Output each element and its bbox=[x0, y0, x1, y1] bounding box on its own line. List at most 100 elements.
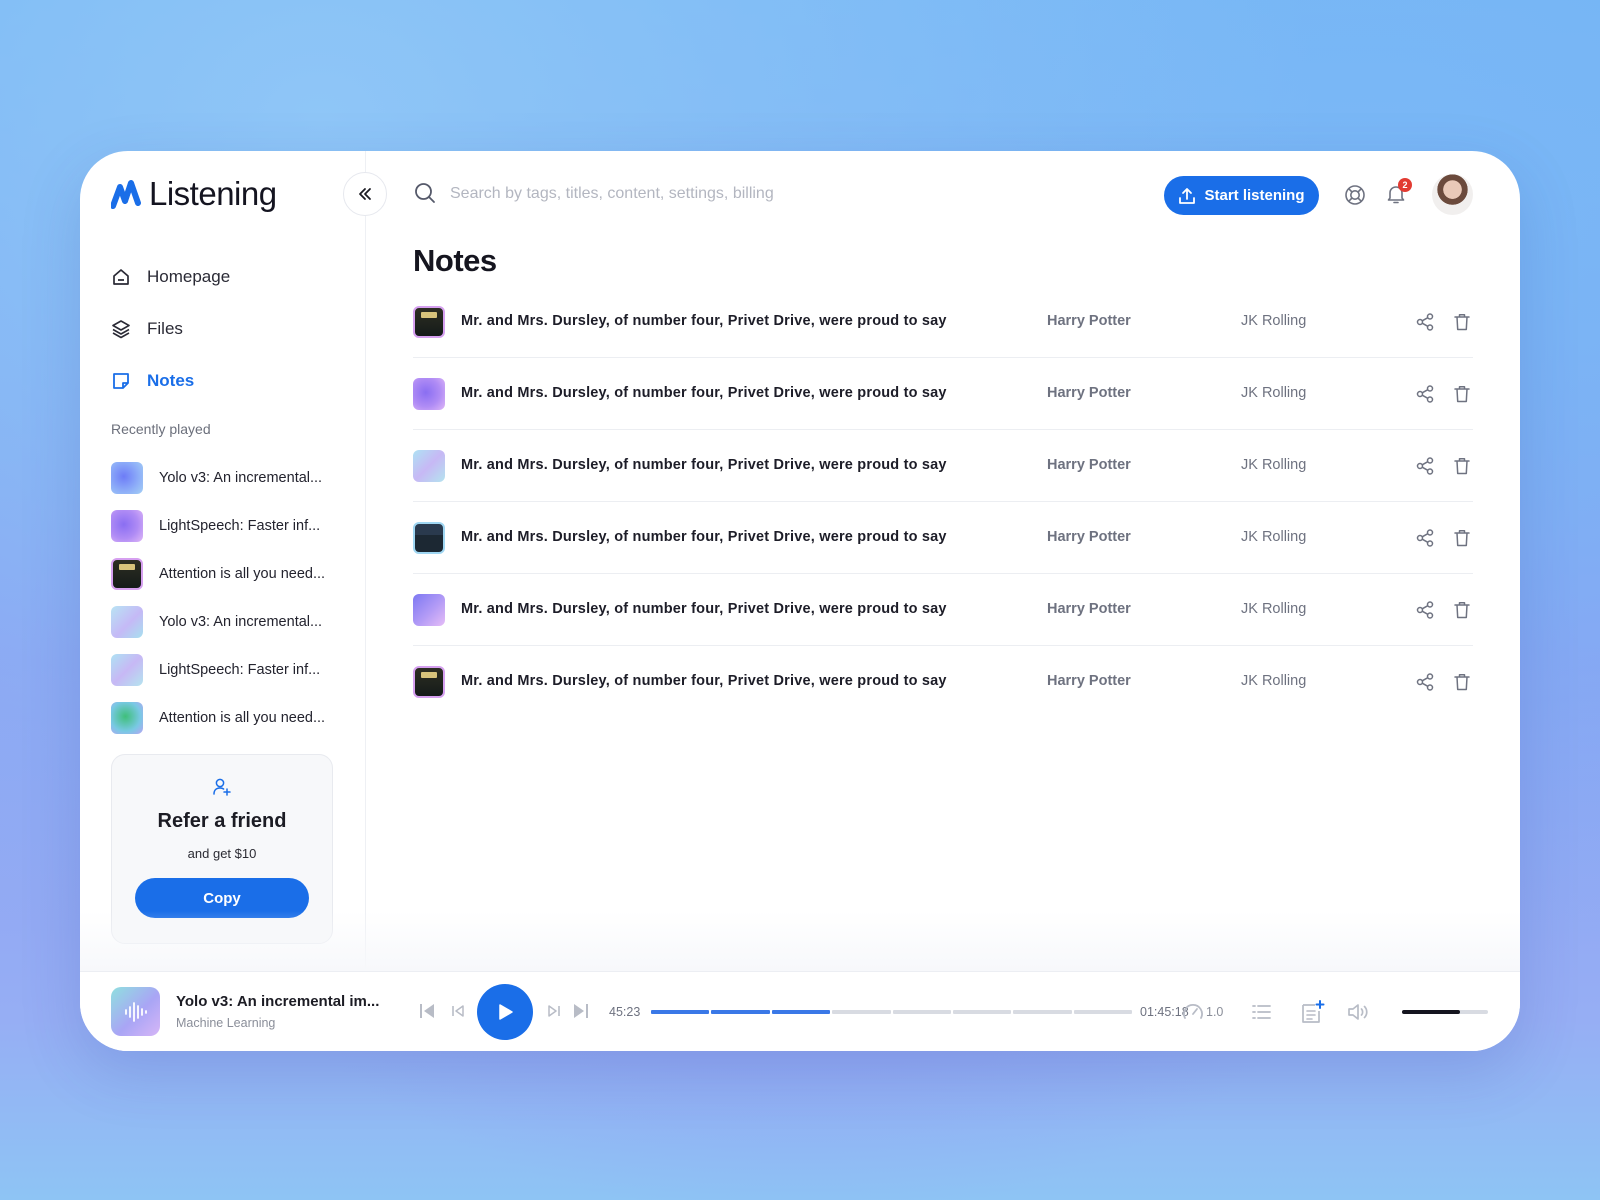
share-icon[interactable] bbox=[1415, 456, 1435, 476]
play-button[interactable] bbox=[477, 984, 533, 1040]
note-book: Harry Potter bbox=[1047, 313, 1131, 329]
sidebar-item-label: Files bbox=[147, 319, 183, 338]
collapse-sidebar-button[interactable] bbox=[343, 172, 387, 216]
notification-badge: 2 bbox=[1398, 178, 1412, 192]
recently-played-list: Yolo v3: An incremental... LightSpeech: … bbox=[111, 454, 351, 742]
share-icon[interactable] bbox=[1415, 384, 1435, 404]
note-icon bbox=[113, 373, 129, 389]
note-book: Harry Potter bbox=[1047, 601, 1131, 617]
waveform-icon bbox=[124, 1001, 147, 1022]
recent-thumbnail bbox=[111, 558, 143, 590]
note-row[interactable]: Mr. and Mrs. Dursley, of number four, Pr… bbox=[413, 646, 1473, 718]
recent-thumbnail bbox=[111, 462, 143, 494]
note-thumbnail bbox=[413, 450, 445, 482]
audio-player: Yolo v3: An incremental im... Machine Le… bbox=[80, 971, 1520, 1051]
note-row[interactable]: Mr. and Mrs. Dursley, of number four, Pr… bbox=[413, 358, 1473, 430]
progress-segment bbox=[892, 1010, 951, 1014]
note-text: Mr. and Mrs. Dursley, of number four, Pr… bbox=[461, 529, 947, 545]
sidebar-item-files[interactable]: Files bbox=[111, 303, 230, 355]
recent-thumbnail bbox=[111, 702, 143, 734]
layers-icon bbox=[112, 320, 130, 339]
recent-item[interactable]: Attention is all you need... bbox=[111, 550, 351, 598]
notifications-button[interactable]: 2 bbox=[1385, 178, 1412, 207]
notes-list: Mr. and Mrs. Dursley, of number four, Pr… bbox=[413, 286, 1473, 718]
recent-item[interactable]: Attention is all you need... bbox=[111, 694, 351, 742]
recent-item-label: LightSpeech: Faster inf... bbox=[159, 518, 321, 534]
home-icon bbox=[113, 269, 129, 285]
playlist-icon[interactable] bbox=[1250, 1001, 1272, 1023]
note-row[interactable]: Mr. and Mrs. Dursley, of number four, Pr… bbox=[413, 502, 1473, 574]
share-icon[interactable] bbox=[1415, 672, 1435, 692]
add-user-icon bbox=[213, 778, 231, 796]
player-track-category: Machine Learning bbox=[176, 1016, 276, 1030]
chevrons-left-icon bbox=[359, 188, 371, 200]
sidebar-item-homepage[interactable]: Homepage bbox=[111, 251, 230, 303]
note-row[interactable]: Mr. and Mrs. Dursley, of number four, Pr… bbox=[413, 430, 1473, 502]
page-title: Notes bbox=[413, 243, 497, 278]
recent-item[interactable]: Yolo v3: An incremental... bbox=[111, 454, 351, 502]
recent-item-label: LightSpeech: Faster inf... bbox=[159, 662, 321, 678]
player-fade bbox=[80, 911, 1520, 971]
previous-icon[interactable] bbox=[450, 1001, 466, 1021]
trash-icon[interactable] bbox=[1452, 528, 1472, 548]
refer-title: Refer a friend bbox=[157, 810, 287, 832]
note-text: Mr. and Mrs. Dursley, of number four, Pr… bbox=[461, 457, 947, 473]
recent-item-label: Yolo v3: An incremental... bbox=[159, 614, 323, 630]
note-author: JK Rolling bbox=[1241, 529, 1307, 545]
progress-bar[interactable] bbox=[651, 1010, 1132, 1014]
avatar[interactable] bbox=[1432, 174, 1473, 215]
skip-to-end-icon[interactable] bbox=[572, 1001, 590, 1021]
recent-item[interactable]: Yolo v3: An incremental... bbox=[111, 598, 351, 646]
note-row[interactable]: Mr. and Mrs. Dursley, of number four, Pr… bbox=[413, 286, 1473, 358]
share-icon[interactable] bbox=[1415, 528, 1435, 548]
app-name: Listening bbox=[149, 175, 277, 212]
note-row[interactable]: Mr. and Mrs. Dursley, of number four, Pr… bbox=[413, 574, 1473, 646]
sidebar: Listening Homepage Files Notes Recently … bbox=[80, 151, 366, 971]
progress-segment bbox=[1013, 1010, 1072, 1014]
sidebar-item-label: Homepage bbox=[147, 267, 231, 286]
help-lifebuoy-icon[interactable] bbox=[1344, 184, 1366, 206]
progress-segment bbox=[952, 1010, 1012, 1014]
share-icon[interactable] bbox=[1415, 312, 1435, 332]
player-thumbnail bbox=[111, 987, 160, 1036]
note-author: JK Rolling bbox=[1241, 385, 1307, 401]
progress-segment bbox=[651, 1010, 710, 1014]
add-note-icon[interactable] bbox=[1299, 999, 1325, 1025]
trash-icon[interactable] bbox=[1452, 384, 1472, 404]
note-author: JK Rolling bbox=[1241, 313, 1307, 329]
note-book: Harry Potter bbox=[1047, 529, 1131, 545]
recent-item[interactable]: LightSpeech: Faster inf... bbox=[111, 502, 351, 550]
progress-segment bbox=[832, 1010, 891, 1014]
volume-icon[interactable] bbox=[1346, 1001, 1370, 1023]
volume-slider[interactable] bbox=[1402, 1010, 1488, 1014]
skip-to-start-icon[interactable] bbox=[418, 1001, 436, 1021]
progress-segment bbox=[1073, 1010, 1132, 1014]
sidebar-nav: Homepage Files Notes bbox=[111, 251, 230, 407]
sidebar-item-notes[interactable]: Notes bbox=[111, 355, 230, 407]
logo[interactable]: Listening bbox=[111, 175, 277, 213]
sidebar-item-label: Notes bbox=[147, 371, 195, 390]
trash-icon[interactable] bbox=[1452, 456, 1472, 476]
note-book: Harry Potter bbox=[1047, 385, 1131, 401]
speed-gauge-icon[interactable] bbox=[1182, 1001, 1204, 1023]
recent-thumbnail bbox=[111, 606, 143, 638]
recent-item[interactable]: LightSpeech: Faster inf... bbox=[111, 646, 351, 694]
trash-icon[interactable] bbox=[1452, 672, 1472, 692]
playback-speed[interactable]: 1.0 bbox=[1206, 1005, 1223, 1019]
elapsed-time: 45:23 bbox=[609, 1005, 641, 1019]
search-input[interactable] bbox=[450, 179, 870, 209]
volume-level bbox=[1402, 1010, 1461, 1014]
note-thumbnail bbox=[413, 666, 445, 698]
note-thumbnail bbox=[413, 522, 445, 554]
trash-icon[interactable] bbox=[1452, 600, 1472, 620]
recent-thumbnail bbox=[111, 654, 143, 686]
player-track-title: Yolo v3: An incremental im... bbox=[176, 993, 380, 1010]
play-icon bbox=[499, 1004, 513, 1020]
note-text: Mr. and Mrs. Dursley, of number four, Pr… bbox=[461, 313, 947, 329]
app-window: Listening Homepage Files Notes Recently … bbox=[80, 151, 1520, 1051]
start-listening-button[interactable]: Start listening bbox=[1164, 176, 1319, 215]
next-icon[interactable] bbox=[546, 1001, 562, 1021]
share-icon[interactable] bbox=[1415, 600, 1435, 620]
trash-icon[interactable] bbox=[1452, 312, 1472, 332]
progress-segment bbox=[711, 1010, 770, 1014]
